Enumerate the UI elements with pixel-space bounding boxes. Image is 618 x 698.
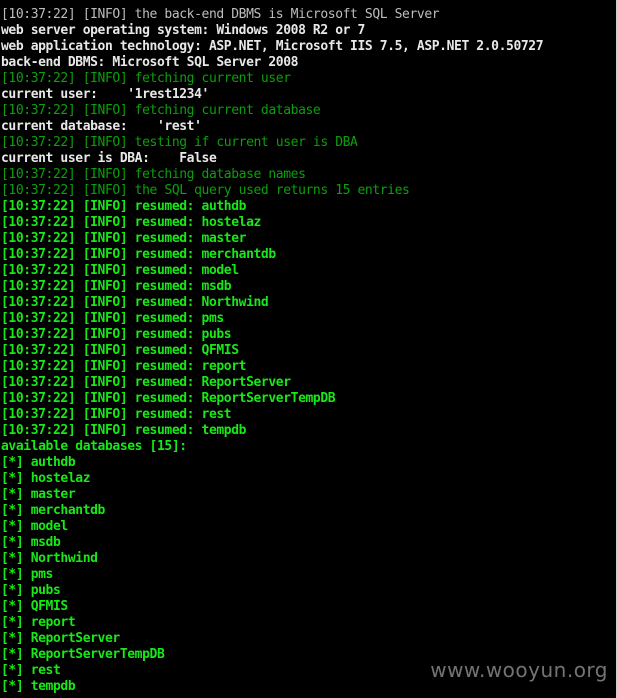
terminal-line: [10:37:22] [INFO] resumed: authdb — [1, 199, 247, 214]
terminal-line: [*] authdb — [1, 455, 76, 470]
terminal-line: [*] Northwind — [1, 551, 98, 566]
terminal-line: [10:37:22] [INFO] resumed: Northwind — [1, 295, 269, 310]
terminal-line: [10:37:22] [INFO] fetching current user — [1, 71, 291, 86]
terminal-line: web server operating system: Windows 200… — [1, 23, 365, 38]
terminal-output: [10:37:22] [INFO] the back-end DBMS is M… — [0, 0, 616, 698]
terminal-line: [10:37:22] [INFO] resumed: rest — [1, 407, 232, 422]
terminal-line: web application technology: ASP.NET, Mic… — [1, 39, 544, 54]
terminal-line: current database: 'rest' — [1, 119, 202, 134]
terminal-line: [*] msdb — [1, 535, 61, 550]
terminal-line: [*] merchantdb — [1, 503, 105, 518]
terminal-line: [*] model — [1, 519, 68, 534]
terminal-line: [10:37:22] [INFO] resumed: merchantdb — [1, 247, 276, 262]
terminal-line: [10:37:22] [INFO] resumed: report — [1, 359, 247, 374]
terminal-line: [10:37:22] [INFO] resumed: tempdb — [1, 423, 247, 438]
terminal-line: [10:37:22] [INFO] fetching database name… — [1, 167, 306, 182]
terminal-line: current user: '1rest1234' — [1, 87, 209, 102]
terminal-line: [10:37:22] [INFO] resumed: master — [1, 231, 247, 246]
terminal-line: [10:37:22] [INFO] resumed: ReportServer — [1, 375, 291, 390]
terminal-line: back-end DBMS: Microsoft SQL Server 2008 — [1, 55, 299, 70]
terminal-line: [10:37:22] [INFO] resumed: QFMIS — [1, 343, 239, 358]
terminal-line: [*] pubs — [1, 583, 61, 598]
terminal-line: [10:37:22] [INFO] resumed: model — [1, 263, 239, 278]
watermark: www.wooyun.org — [430, 658, 608, 682]
terminal-line: available databases [15]: — [1, 439, 187, 454]
terminal-line: [*] hostelaz — [1, 471, 91, 486]
terminal-line: [10:37:22] [INFO] resumed: pubs — [1, 327, 232, 342]
terminal-line: [10:37:22] [INFO] resumed: hostelaz — [1, 215, 261, 230]
terminal-line: [*] QFMIS — [1, 599, 68, 614]
terminal-line: [10:37:22] [INFO] resumed: pms — [1, 311, 224, 326]
terminal-line: [10:37:22] [INFO] resumed: msdb — [1, 279, 232, 294]
terminal-line: [10:37:22] [INFO] testing if current use… — [1, 135, 358, 150]
terminal-line: [10:37:22] [INFO] the SQL query used ret… — [1, 183, 410, 198]
terminal-line: [*] pms — [1, 567, 53, 582]
terminal-line: [10:37:22] [INFO] the back-end DBMS is M… — [1, 7, 440, 22]
terminal-line: [10:37:22] [INFO] resumed: ReportServerT… — [1, 391, 336, 406]
terminal-line: [*] master — [1, 487, 76, 502]
terminal-line: [*] ReportServer — [1, 631, 120, 646]
terminal-line: [*] report — [1, 615, 76, 630]
terminal-line: current user is DBA: False — [1, 151, 217, 166]
terminal-line: [10:37:22] [INFO] fetching current datab… — [1, 103, 321, 118]
